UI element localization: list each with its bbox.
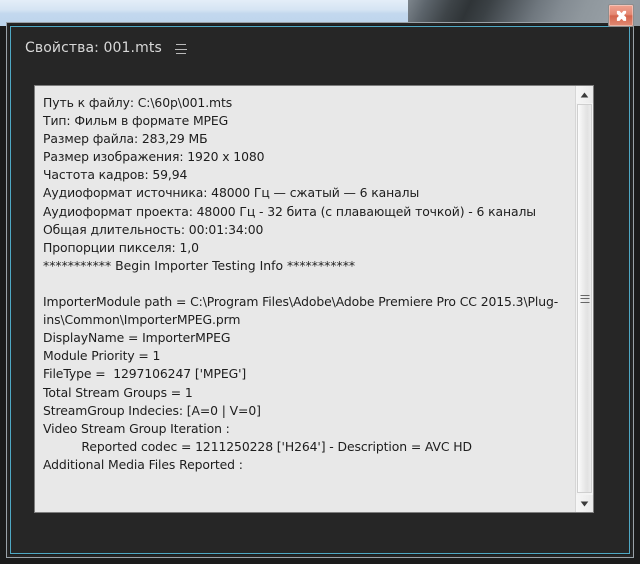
importer-end-marker: *********** End Importer Testing Info **…	[43, 510, 569, 512]
page-title: Свойства: 001.mts	[25, 40, 162, 56]
grip-lines-icon	[580, 294, 589, 303]
property-line: Total Stream Groups = 1	[43, 384, 193, 400]
property-line: ImporterModule path = C:\Program Files\A…	[43, 294, 559, 310]
property-line: Размер файла: 283,29 МБ	[43, 131, 208, 147]
property-line: Аудиоформат проекта: 48000 Гц - 32 бита …	[43, 203, 536, 219]
property-line: Тип: Фильм в формате MPEG	[43, 113, 229, 129]
hamburger-menu-icon[interactable]	[174, 42, 188, 54]
properties-text-content[interactable]: Путь к файлу: C:\60p\001.mts Тип: Фильм …	[35, 86, 575, 512]
property-line: Общая длительность: 00:01:34:00	[43, 221, 264, 237]
property-line: StreamGroup Indecies: [A=0 | V=0]	[43, 402, 261, 418]
scrollbar-down-button[interactable]	[576, 495, 593, 512]
importer-begin-marker: *********** Begin Importer Testing Info …	[43, 257, 356, 273]
dialog-titlebar: Свойства: 001.mts	[11, 27, 629, 69]
property-line: Video Stream Group Iteration :	[43, 420, 230, 436]
property-line: Путь к файлу: C:\60p\001.mts	[43, 95, 233, 110]
property-line: FileType = 1297106247 ['MPEG']	[43, 366, 247, 382]
vertical-scrollbar[interactable]	[575, 86, 593, 512]
property-line: Аудиоформат источника: 48000 Гц — сжатый…	[43, 185, 420, 201]
property-line: Additional Media Files Reported :	[43, 456, 243, 472]
scrollbar-up-button[interactable]	[576, 86, 593, 103]
property-line: Частота кадров: 59,94	[43, 167, 188, 183]
property-line: Module Priority = 1	[43, 348, 161, 364]
dialog-inner-frame: Свойства: 001.mts Путь к файлу: C:\60p\0…	[9, 25, 631, 555]
desktop-background: Свойства: 001.mts Путь к файлу: C:\60p\0…	[0, 0, 640, 564]
close-button[interactable]	[608, 4, 634, 27]
scrollbar-thumb[interactable]	[577, 104, 592, 493]
close-icon	[616, 10, 626, 21]
property-line-codec: Reported codec = 1211250228 ['H264'] - D…	[43, 438, 472, 454]
property-line: DisplayName = ImporterMPEG	[43, 330, 231, 346]
triangle-up-icon	[580, 92, 589, 97]
properties-text-panel: Путь к файлу: C:\60p\001.mts Тип: Фильм …	[34, 85, 594, 513]
properties-dialog: Свойства: 001.mts Путь к файлу: C:\60p\0…	[6, 22, 634, 558]
triangle-down-icon	[580, 501, 589, 506]
scrollbar-track[interactable]	[576, 103, 593, 495]
property-line: Пропорции пикселя: 1,0	[43, 239, 199, 255]
property-line: ins\Common\ImporterMPEG.prm	[43, 312, 241, 328]
property-line: Размер изображения: 1920 x 1080	[43, 149, 265, 165]
